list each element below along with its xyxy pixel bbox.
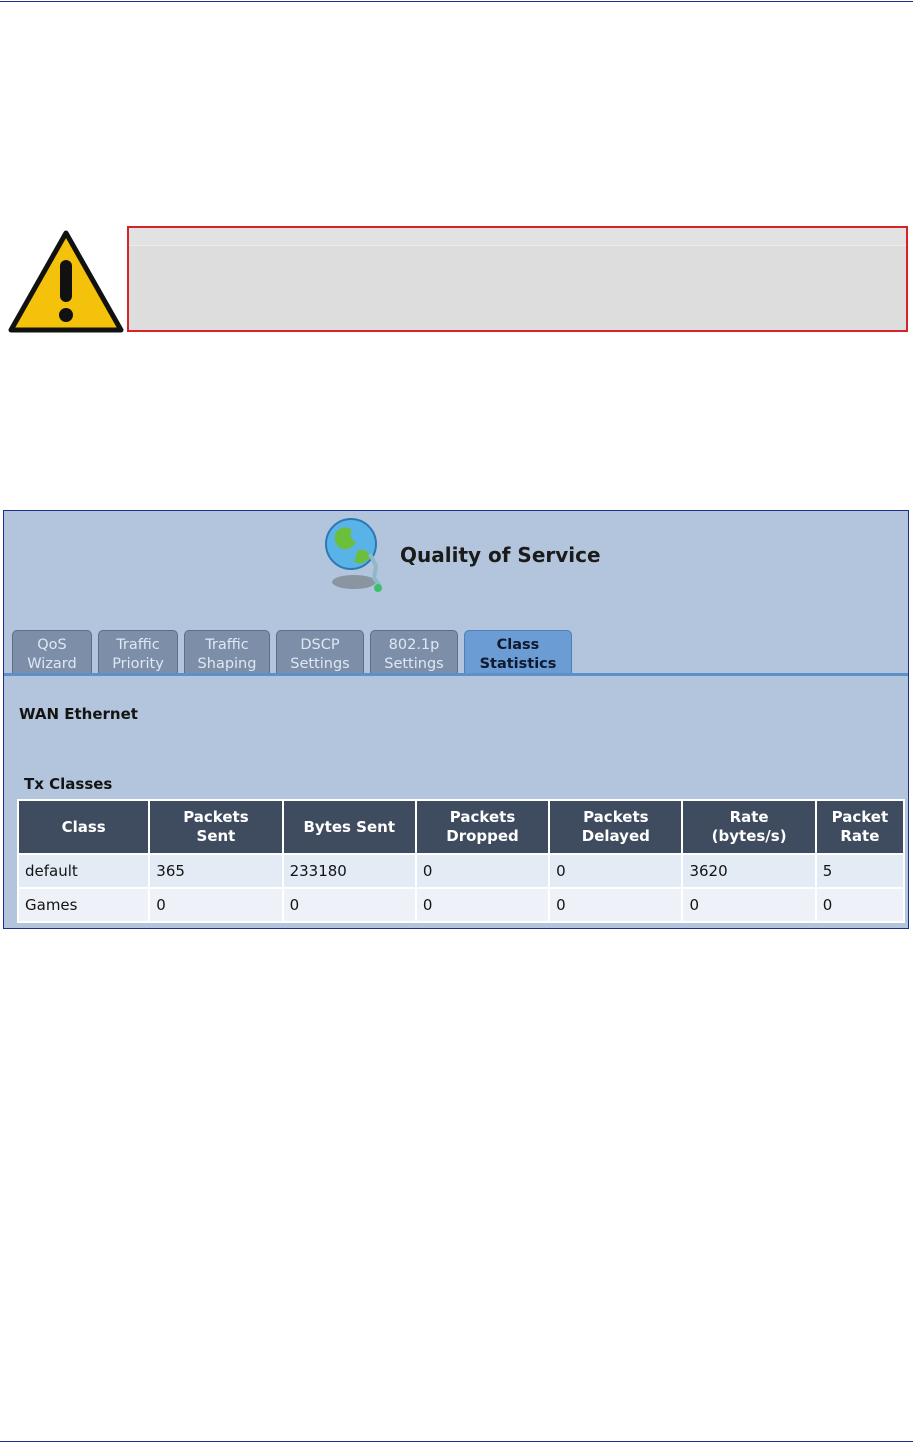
tab-label: DSCP	[300, 637, 340, 653]
table-cell: 0	[416, 855, 549, 887]
table-cell: 0	[150, 889, 282, 921]
header-line: Bytes Sent	[303, 817, 395, 836]
header-line: Packets	[583, 808, 649, 826]
tab-traffic-priority[interactable]: Traffic Priority	[98, 630, 178, 674]
globe-icon	[325, 518, 382, 592]
tab-label: Wizard	[27, 656, 77, 672]
tab-label: Traffic	[116, 637, 160, 653]
tab-underline	[4, 673, 908, 676]
table-cell: 0	[283, 889, 415, 921]
table-header-row: Class Packets Sent Bytes Sent Packets Drop…	[19, 801, 903, 853]
column-header-rate: Rate (bytes/s)	[683, 801, 815, 853]
tab-label: Settings	[384, 656, 444, 672]
table-cell: 5	[816, 855, 903, 887]
tab-label: Class	[496, 637, 540, 653]
table-cell: 233180	[283, 855, 415, 887]
table-title: Tx Classes	[24, 775, 113, 793]
qos-screenshot-frame: Quality of Service QoS Wizard Traffic Pr…	[3, 510, 909, 929]
tab-label: QoS	[37, 637, 67, 653]
table-cell: 3620	[683, 855, 815, 887]
column-header-packets-dropped: Packets Dropped	[416, 801, 549, 853]
warning-note-header	[129, 228, 906, 246]
tab-label: Settings	[290, 656, 350, 672]
tab-802-1p-settings[interactable]: 802.1p Settings	[370, 630, 458, 674]
header-line: Class	[61, 817, 106, 836]
tx-classes-table: Class Packets Sent Bytes Sent Packets Drop…	[17, 799, 905, 923]
header-line: Packets	[183, 808, 249, 826]
section-title: WAN Ethernet	[19, 705, 138, 723]
header-line: Delayed	[581, 827, 650, 845]
tab-label: Shaping	[197, 656, 257, 672]
header-line: (bytes/s)	[711, 827, 787, 845]
table-row: Games 0 0 0 0 0 0	[19, 889, 903, 921]
table-cell: default	[19, 855, 149, 887]
table-cell: 0	[816, 889, 903, 921]
column-header-packet-rate: Packet Rate	[816, 801, 903, 853]
header-line: Rate	[729, 808, 769, 826]
column-header-packets-delayed: Packets Delayed	[550, 801, 682, 853]
tab-label: Priority	[112, 656, 164, 672]
table-cell: Games	[19, 889, 149, 921]
qos-title: Quality of Service	[400, 543, 601, 567]
column-header-bytes-sent: Bytes Sent	[283, 801, 415, 853]
tab-qos-wizard[interactable]: QoS Wizard	[12, 630, 92, 674]
header-line: Dropped	[446, 827, 519, 845]
column-header-packets-sent: Packets Sent	[150, 801, 282, 853]
tab-label: Statistics	[479, 656, 557, 672]
header-line: Rate	[840, 827, 880, 845]
warning-icon	[8, 230, 124, 333]
table-cell: 0	[550, 889, 682, 921]
table-cell: 0	[683, 889, 815, 921]
table-cell: 365	[150, 855, 282, 887]
tab-label: 802.1p	[388, 637, 440, 653]
tab-class-statistics[interactable]: Class Statistics	[464, 630, 572, 674]
table-row: default 365 233180 0 0 3620 5	[19, 855, 903, 887]
header-line: Sent	[196, 827, 236, 845]
top-rule	[0, 1, 913, 2]
table-cell: 0	[550, 855, 682, 887]
tab-traffic-shaping[interactable]: Traffic Shaping	[184, 630, 270, 674]
bottom-rule	[0, 1441, 913, 1442]
warning-note-box	[127, 226, 908, 332]
table-cell: 0	[416, 889, 549, 921]
tab-label: Traffic	[205, 637, 249, 653]
header-line: Packets	[449, 808, 516, 826]
tab-dscp-settings[interactable]: DSCP Settings	[276, 630, 364, 674]
column-header-class: Class	[19, 801, 149, 853]
header-line: Packet	[831, 808, 889, 826]
qos-header: Quality of Service	[318, 514, 618, 596]
